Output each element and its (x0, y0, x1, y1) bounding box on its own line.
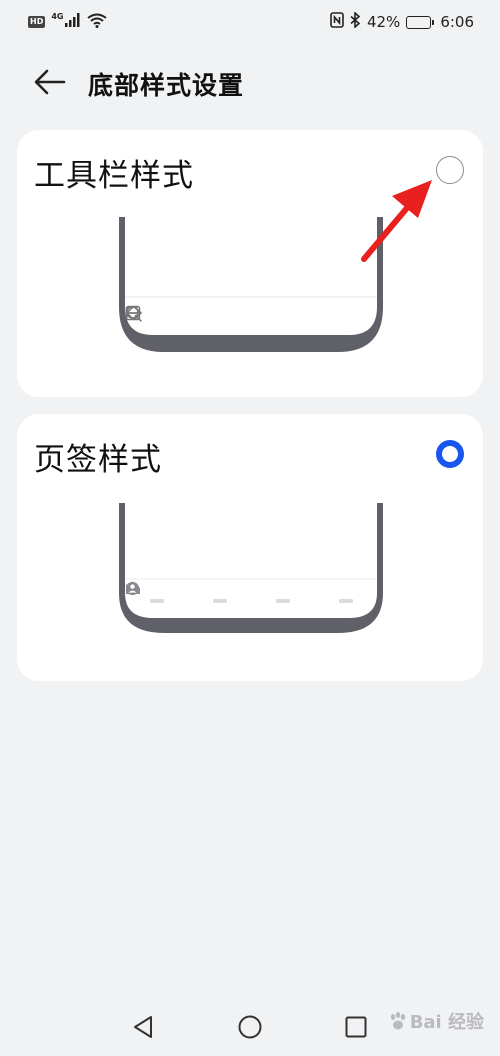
wifi-icon (87, 13, 108, 32)
bluetooth-icon (350, 11, 361, 32)
battery-icon (406, 15, 435, 29)
hd-badge: HD (28, 16, 46, 28)
tab-home (126, 582, 164, 603)
status-bar: HD 4G 42% 6:06 (0, 0, 500, 44)
back-button[interactable] (30, 66, 70, 98)
app-header: 底部样式设置 (0, 56, 500, 108)
nav-back-button[interactable] (128, 1012, 158, 1042)
option-title: 页签样式 (34, 442, 162, 478)
red-arrow-icon (361, 180, 432, 262)
battery-percent: 42% (366, 13, 401, 31)
radio-tab-style[interactable] (436, 440, 464, 468)
profile-icon (126, 582, 139, 595)
option-card-toolbar[interactable]: 工具栏样式 (17, 130, 483, 397)
nav-back-icon (134, 1016, 152, 1038)
tab-discover (126, 582, 290, 603)
signal-icon (65, 13, 81, 31)
option-title: 工具栏样式 (34, 158, 194, 194)
menu-icon (126, 306, 363, 330)
status-right: 42% 6:06 (330, 11, 474, 32)
tab-icons (125, 581, 377, 621)
watermark-text: Bai 经验 (409, 1012, 484, 1033)
nav-recent-button[interactable] (341, 1012, 371, 1042)
baidu-paw-icon (390, 1012, 405, 1030)
tabs-icon (125, 305, 312, 330)
nav-recent-icon (345, 1016, 367, 1038)
watermark: Bai 经验 (388, 1008, 484, 1034)
tab-profile (126, 582, 353, 603)
page-title: 底部样式设置 (88, 71, 245, 100)
nav-home-icon (238, 1015, 262, 1039)
nfc-icon (330, 12, 344, 32)
tab-video (126, 581, 227, 603)
radio-toolbar-style[interactable] (436, 156, 464, 184)
option-card-tab[interactable]: 页签样式 (17, 414, 483, 681)
network-label: 4G (51, 11, 64, 21)
back-arrow-icon (34, 69, 66, 95)
toolbar-icons (125, 305, 377, 333)
tab-preview (119, 503, 383, 638)
forward-icon (126, 306, 212, 330)
status-left: HD 4G (28, 11, 108, 32)
search-icon (126, 306, 262, 330)
clock: 6:06 (440, 13, 474, 31)
toolbar-preview (119, 217, 383, 352)
nav-home-button[interactable] (235, 1012, 265, 1042)
